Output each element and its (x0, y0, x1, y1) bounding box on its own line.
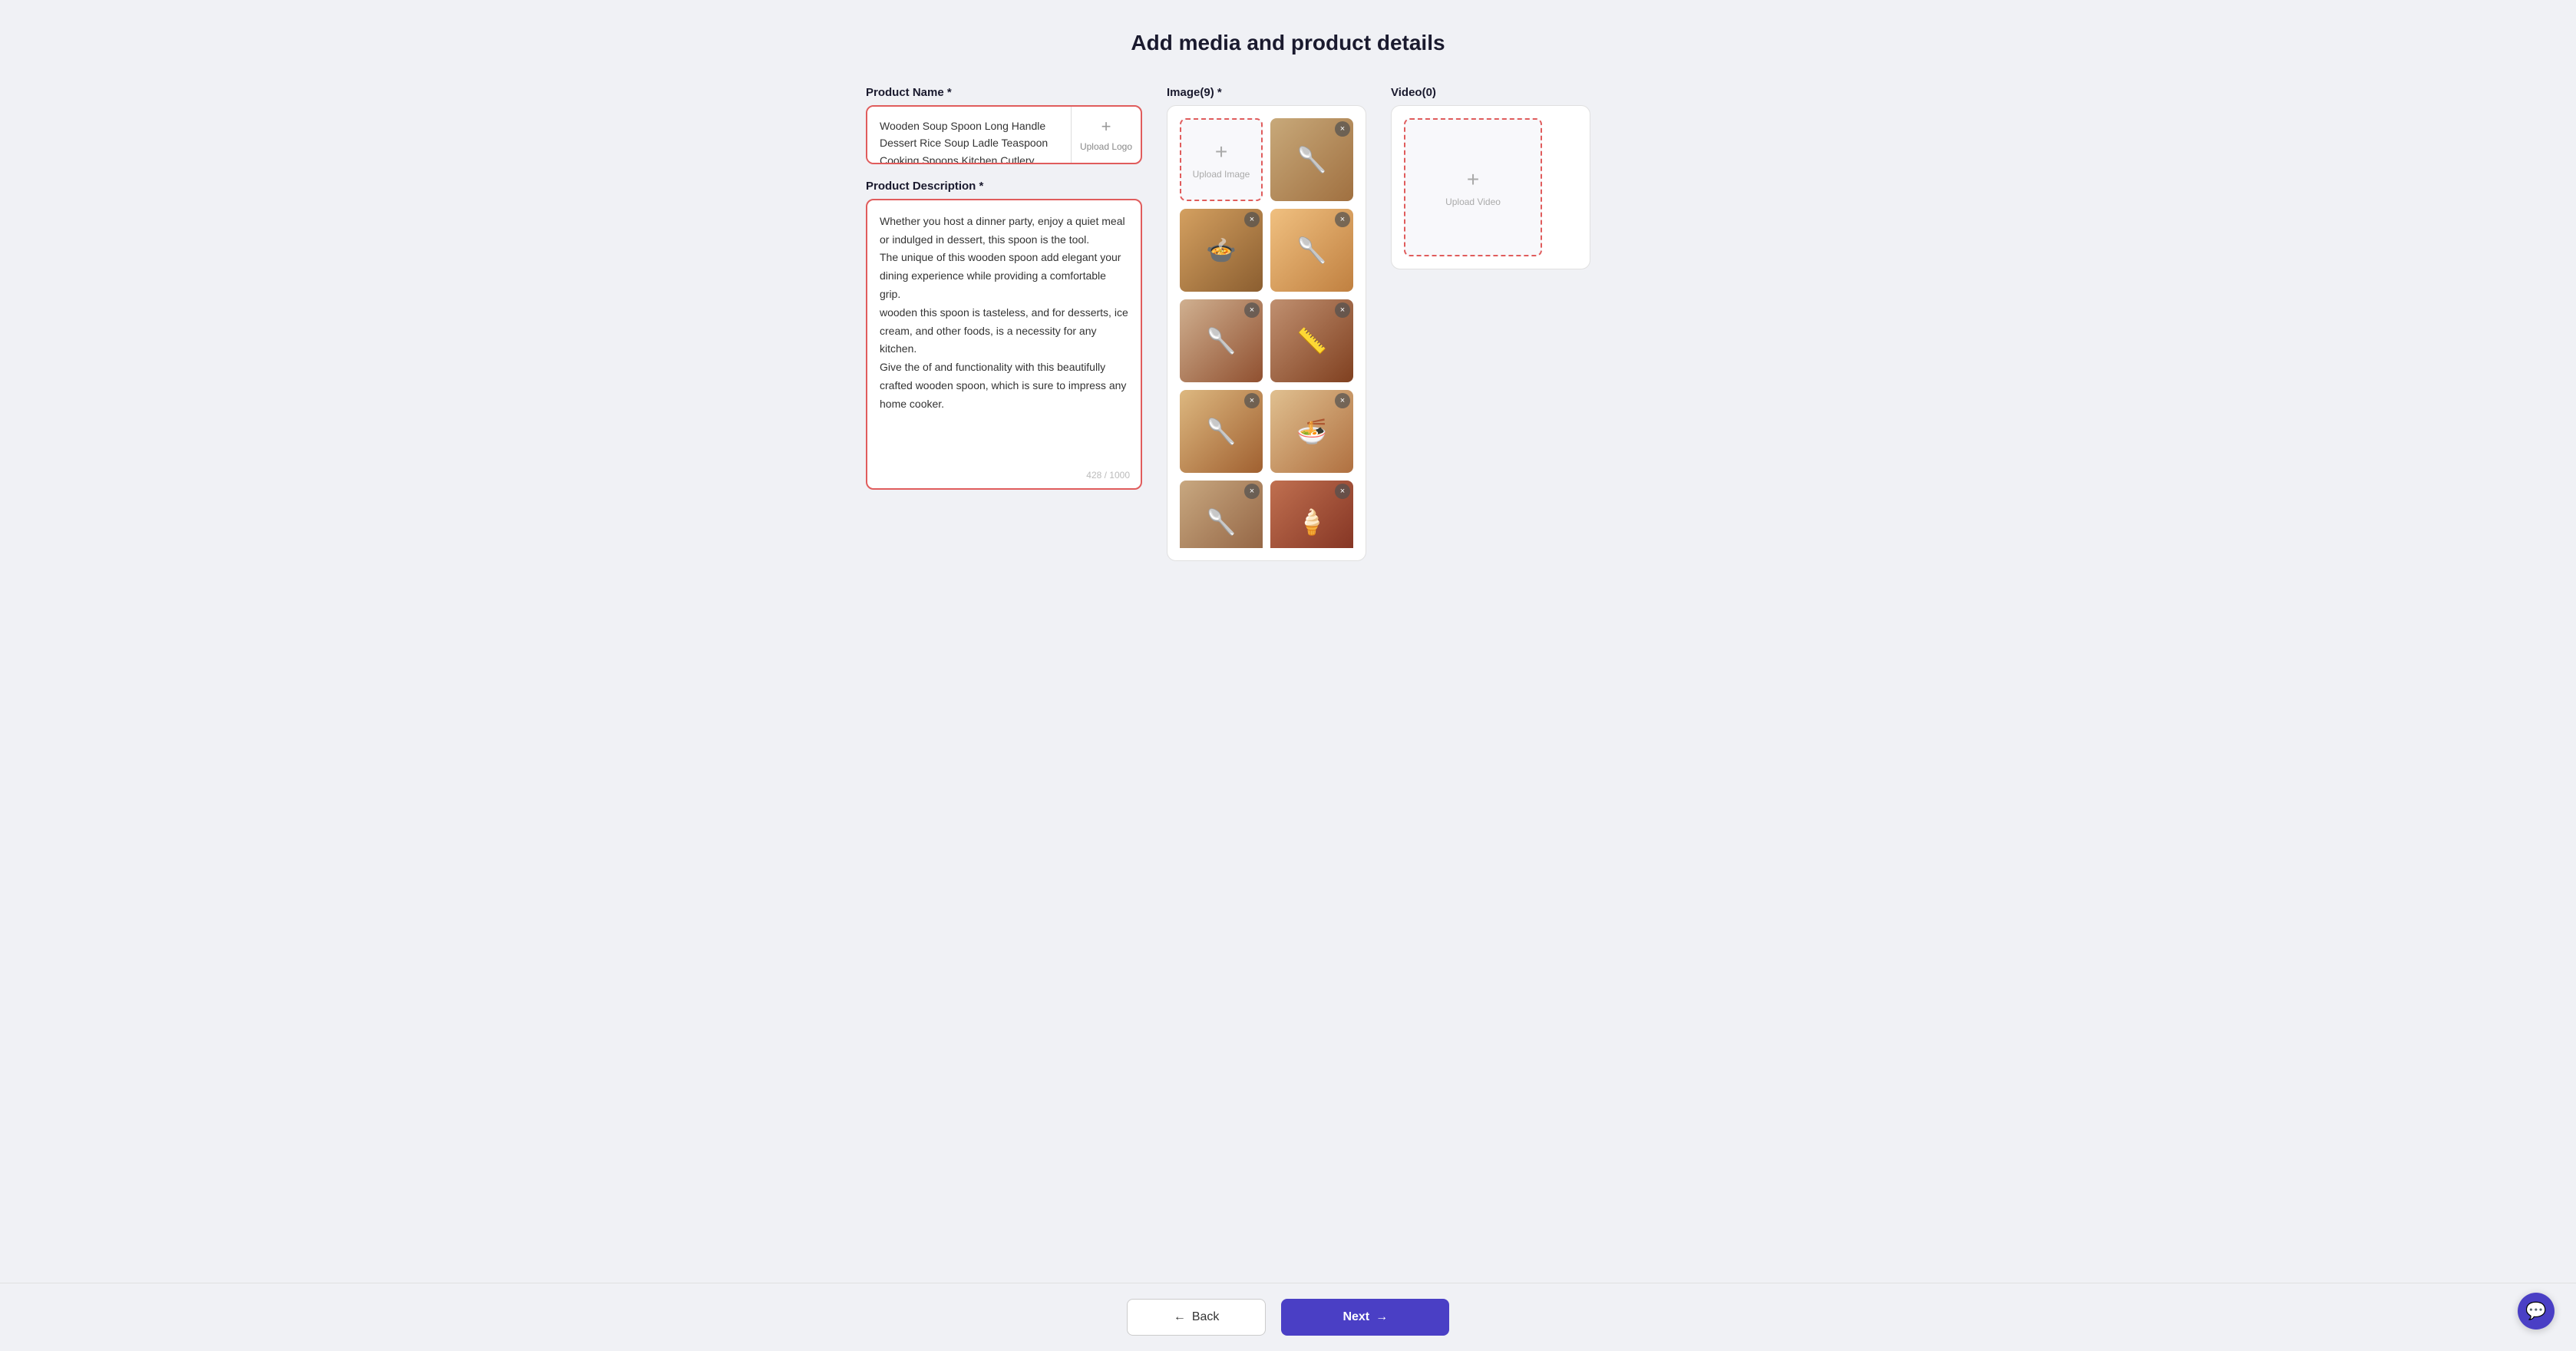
image-cell-9: 🍦 × (1270, 481, 1353, 548)
image-scroll[interactable]: + Upload Image 🥄 × 🍲 (1180, 118, 1353, 548)
image-cell-5: 📏 × (1270, 299, 1353, 382)
upload-video-label: Upload Video (1445, 197, 1501, 207)
remove-image-9-button[interactable]: × (1335, 484, 1350, 499)
image-grid: + Upload Image 🥄 × 🍲 (1180, 118, 1353, 548)
image-section-label: Image(9) * (1167, 86, 1366, 99)
video-section: Video(0) + Upload Video (1391, 86, 1590, 269)
page-title: Add media and product details (1131, 31, 1445, 55)
image-cell-4: 🥄 × (1180, 299, 1263, 382)
image-cell-6: 🥄 × (1180, 390, 1263, 473)
description-wrapper: Whether you host a dinner party, enjoy a… (866, 199, 1142, 490)
video-container: + Upload Video (1391, 105, 1590, 269)
chat-support-button[interactable]: 💬 (2518, 1293, 2555, 1330)
description-label: Product Description * (866, 180, 1142, 193)
plus-upload-icon: + (1215, 140, 1227, 164)
main-content: Product Name * Wooden Soup Spoon Long Ha… (866, 86, 1710, 561)
image-cell-8: 🥄 × (1180, 481, 1263, 548)
remove-image-3-button[interactable]: × (1335, 212, 1350, 227)
bottom-bar: ← Back Next → (0, 1283, 2576, 1351)
remove-image-4-button[interactable]: × (1244, 302, 1260, 318)
remove-image-5-button[interactable]: × (1335, 302, 1350, 318)
plus-icon: + (1101, 117, 1111, 137)
remove-image-2-button[interactable]: × (1244, 212, 1260, 227)
product-name-wrapper: Wooden Soup Spoon Long Handle Dessert Ri… (866, 105, 1142, 164)
remove-image-7-button[interactable]: × (1335, 393, 1350, 408)
video-section-label: Video(0) (1391, 86, 1590, 99)
product-name-label: Product Name * (866, 86, 1142, 99)
remove-image-8-button[interactable]: × (1244, 484, 1260, 499)
remove-image-1-button[interactable]: × (1335, 121, 1350, 137)
description-input[interactable]: Whether you host a dinner party, enjoy a… (867, 200, 1141, 484)
product-name-section: Product Name * Wooden Soup Spoon Long Ha… (866, 86, 1142, 164)
image-section: Image(9) * + Upload Image 🥄 × (1167, 86, 1366, 561)
image-container: + Upload Image 🥄 × 🍲 (1167, 105, 1366, 561)
remove-image-6-button[interactable]: × (1244, 393, 1260, 408)
plus-video-icon: + (1467, 167, 1479, 192)
upload-logo-button[interactable]: + Upload Logo (1072, 107, 1141, 163)
next-label: Next (1342, 1310, 1369, 1324)
back-label: Back (1192, 1310, 1220, 1324)
upload-logo-label: Upload Logo (1080, 141, 1132, 152)
image-cell-7: 🍜 × (1270, 390, 1353, 473)
description-section: Product Description * Whether you host a… (866, 180, 1142, 490)
upload-image-label: Upload Image (1193, 169, 1250, 180)
upload-video-button[interactable]: + Upload Video (1404, 118, 1542, 256)
left-column: Product Name * Wooden Soup Spoon Long Ha… (866, 86, 1142, 490)
back-button[interactable]: ← Back (1127, 1299, 1267, 1336)
back-arrow-icon: ← (1174, 1310, 1186, 1324)
char-count: 428 / 1000 (1086, 470, 1130, 481)
product-name-input[interactable]: Wooden Soup Spoon Long Handle Dessert Ri… (867, 107, 1071, 163)
upload-image-button[interactable]: + Upload Image (1180, 118, 1263, 201)
chat-icon: 💬 (2525, 1301, 2546, 1321)
next-button[interactable]: Next → (1281, 1299, 1449, 1336)
image-cell-3: 🥄 × (1270, 209, 1353, 292)
image-cell-2: 🍲 × (1180, 209, 1263, 292)
next-arrow-icon: → (1376, 1310, 1388, 1324)
image-cell-1: 🥄 × (1270, 118, 1353, 201)
